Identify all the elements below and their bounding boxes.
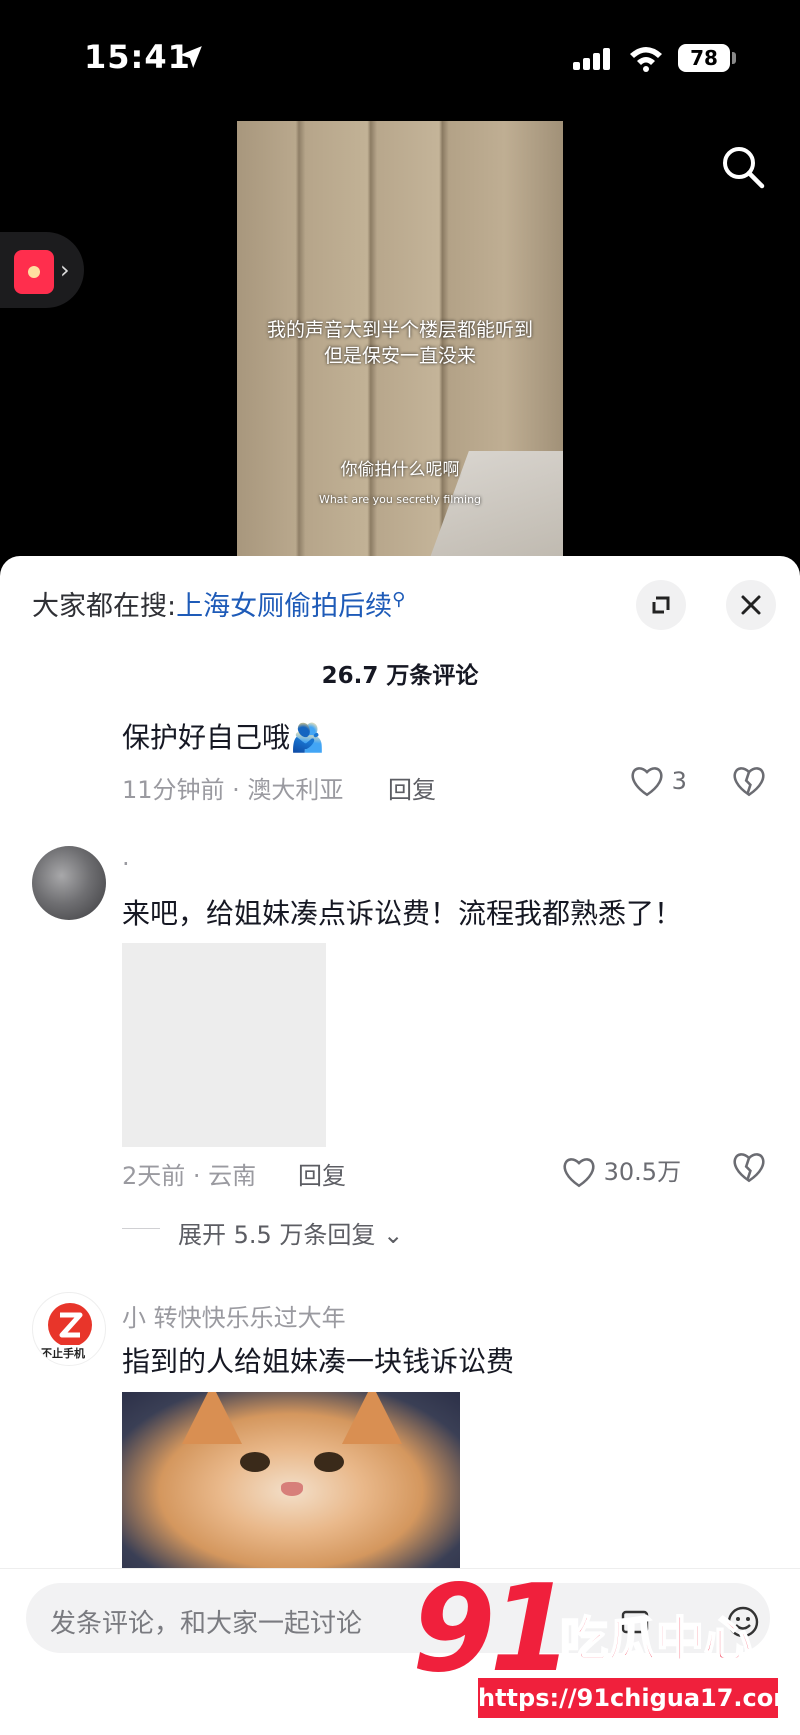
comment-2-like-count: 30.5万	[603, 1158, 682, 1186]
chevron-right-icon: ›	[60, 256, 70, 284]
cat-eye-left	[240, 1452, 270, 1472]
comment-1-text-content: 保护好自己哦	[122, 721, 291, 754]
location-arrow-icon	[180, 46, 202, 68]
comment-3-avatar[interactable]: 不止手机	[32, 1292, 106, 1366]
expand-replies-divider	[122, 1228, 160, 1229]
comment-count-title: 26.7 万条评论	[321, 663, 479, 689]
hot-search-term[interactable]: 上海女厕偷拍后续	[176, 591, 392, 622]
chevron-down-icon: ⌄	[383, 1221, 404, 1249]
comment-panel: 大家都在搜:上海女厕偷拍后续⚲ 26.7 万条评论 保护好自己哦🫂 11分钟前 …	[0, 556, 800, 1735]
watermark: 91 吃瓜中心 https://91chigua17.com	[412, 1560, 798, 1730]
video-caption-1: 我的声音大到半个楼层都能听到	[266, 319, 533, 341]
comment-2-avatar[interactable]	[32, 846, 106, 920]
hot-search-label: 大家都在搜:	[32, 591, 177, 622]
comment-1-meta: 11分钟前 · 澳大利亚	[122, 776, 344, 804]
hug-emoji: 🫂	[290, 721, 325, 754]
cat-ear-right	[342, 1392, 402, 1444]
search-icon[interactable]	[718, 142, 768, 192]
signal-icon	[573, 48, 610, 70]
video-caption-3: 你偷拍什么呢啊	[340, 460, 460, 480]
video-caption-4: What are you secretly filming	[318, 493, 482, 506]
comment-1-body: 保护好自己哦🫂	[122, 716, 325, 756]
comment-1-like-button[interactable]: 3	[630, 766, 687, 798]
video-caption-2: 但是保安一直没来	[323, 345, 476, 367]
comment-2-text: 来吧，给姐妹凑点诉讼费！流程我都熟悉了！	[122, 897, 683, 930]
comment-3-username[interactable]: 小 转快快乐乐过大年	[122, 1298, 346, 1333]
red-packet-button[interactable]: ›	[0, 232, 84, 308]
battery-indicator: 78	[678, 44, 730, 72]
status-bar: 15:41 78	[0, 0, 800, 110]
close-icon	[741, 595, 761, 615]
clock: 15:41	[84, 38, 191, 76]
cat-nose	[281, 1482, 303, 1496]
comment-3-avatar-badge: 不止手机	[41, 1347, 85, 1360]
battery-tip	[732, 52, 736, 64]
search-small-icon: ⚲	[392, 589, 406, 610]
expand-panel-button[interactable]	[636, 580, 686, 630]
heart-icon	[563, 1158, 595, 1188]
comment-3-text: 指到的人给姐妹凑一块钱诉讼费	[122, 1345, 515, 1378]
watermark-name: 吃瓜中心	[559, 1611, 753, 1669]
heart-icon	[631, 767, 663, 797]
red-packet-icon	[14, 250, 54, 294]
close-panel-button[interactable]	[726, 580, 776, 630]
video-player[interactable]: 我的声音大到半个楼层都能听到 但是保安一直没来 你偷拍什么呢啊 What are…	[237, 121, 563, 561]
watermark-url: https://91chigua17.com	[478, 1678, 798, 1718]
comment-2-image[interactable]	[122, 943, 326, 1147]
hot-search-bar[interactable]: 大家都在搜:上海女厕偷拍后续⚲	[32, 584, 405, 623]
comment-input-placeholder: 发条评论，和大家一起讨论	[50, 1609, 363, 1639]
comment-1-reply-button[interactable]: 回复	[388, 770, 436, 805]
cat-ear-left	[182, 1392, 242, 1444]
expand-replies-label: 展开 5.5 万条回复	[178, 1221, 376, 1249]
comment-2-meta: 2天前 · 云南	[122, 1162, 257, 1190]
comment-2-reply-button[interactable]: 回复	[298, 1156, 346, 1191]
comment-1-dislike-button[interactable]	[732, 766, 766, 798]
comment-2-username[interactable]: ·	[122, 850, 130, 878]
comment-2-like-button[interactable]: 30.5万	[562, 1152, 681, 1189]
broken-heart-icon	[733, 1153, 765, 1183]
cat-eye-right	[314, 1452, 344, 1472]
wifi-icon	[630, 47, 662, 72]
comment-3-cat-image[interactable]	[122, 1392, 460, 1572]
broken-heart-icon	[733, 767, 765, 797]
expand-replies-button[interactable]: 展开 5.5 万条回复 ⌄	[178, 1215, 403, 1250]
comment-1-like-count: 3	[671, 767, 687, 795]
comment-2-dislike-button[interactable]	[732, 1152, 766, 1184]
expand-icon	[652, 596, 670, 614]
